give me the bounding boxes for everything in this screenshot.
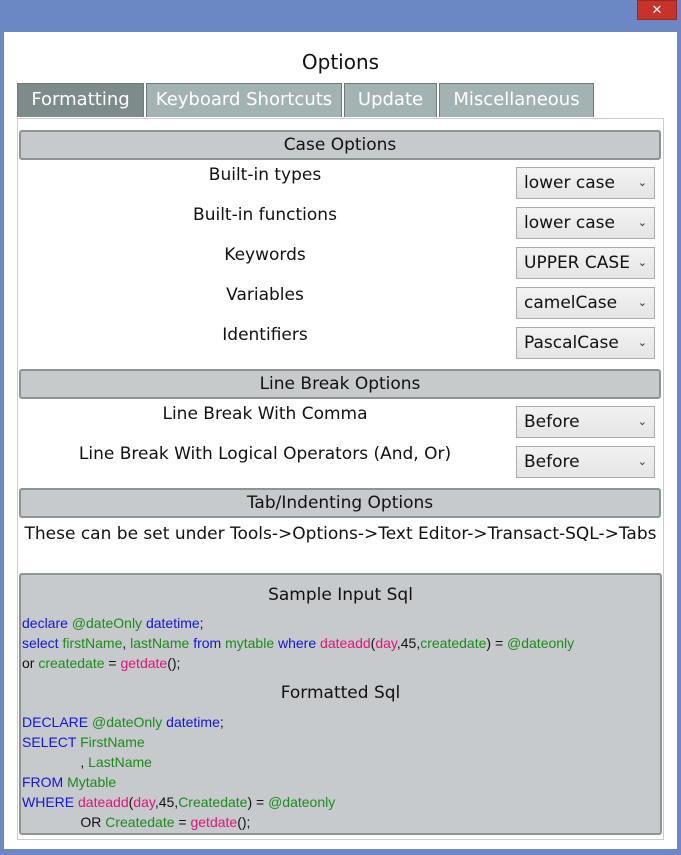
code-token: (); — [167, 655, 181, 671]
code-line: WHERE dateadd(day,45,Createdate) = @date… — [22, 792, 335, 812]
tab-formatting[interactable]: Formatting — [17, 83, 144, 117]
code-line: , LastName — [22, 752, 335, 772]
code-token: FirstName — [80, 734, 145, 750]
code-token: day — [133, 794, 155, 810]
tab-update[interactable]: Update — [344, 83, 437, 117]
code-token: lastName — [130, 635, 194, 651]
code-token: = — [178, 814, 191, 830]
code-token: = — [108, 655, 121, 671]
code-token: FROM — [22, 774, 68, 790]
code-token: DECLARE — [22, 714, 93, 730]
code-token: (); — [237, 814, 251, 830]
line-break-logical-value: Before — [524, 452, 580, 472]
keywords-value: UPPER CASE — [524, 253, 630, 273]
code-token: ,45, — [396, 635, 421, 651]
code-line: declare @dateOnly datetime; — [22, 613, 574, 633]
builtin-types-select[interactable]: lower case ⌄ — [516, 167, 655, 199]
line-break-comma-label: Line Break With Comma — [162, 404, 368, 424]
code-token: getdate — [190, 814, 238, 830]
code-token: firstName — [62, 635, 123, 651]
code-token: , — [122, 635, 131, 651]
code-token: ) = — [247, 794, 269, 810]
builtin-functions-value: lower case — [524, 213, 615, 233]
code-token: createdate — [420, 635, 487, 651]
line-break-comma-select[interactable]: Before ⌄ — [516, 406, 655, 438]
code-token: Createdate — [178, 794, 248, 810]
code-token: where — [278, 635, 321, 651]
keywords-label: Keywords — [224, 245, 306, 265]
formatted-sql-title: Formatted Sql — [280, 683, 401, 703]
chevron-down-icon: ⌄ — [637, 455, 647, 468]
builtin-functions-select[interactable]: lower case ⌄ — [516, 207, 655, 239]
code-token: getdate — [120, 655, 168, 671]
code-token: SELECT — [22, 734, 81, 750]
code-line: or createdate = getdate(); — [22, 653, 574, 673]
code-token: declare — [22, 615, 72, 631]
variables-value: camelCase — [524, 293, 618, 313]
code-token: datetime — [166, 714, 220, 730]
case-options-header: Case Options — [19, 130, 661, 160]
formatted-sql-code: DECLARE @dateOnly datetime; SELECT FirstN… — [22, 712, 335, 832]
code-token: ; — [199, 615, 204, 631]
code-token: select — [22, 635, 63, 651]
builtin-types-label: Built-in types — [208, 165, 322, 185]
code-line: OR Createdate = getdate(); — [22, 812, 335, 832]
line-break-logical-select[interactable]: Before ⌄ — [516, 446, 655, 478]
tab-keyboard-shortcuts[interactable]: Keyboard Shortcuts — [146, 83, 342, 117]
code-token: OR — [22, 814, 106, 830]
chevron-down-icon: ⌄ — [637, 176, 647, 189]
dialog-title: Options — [301, 50, 380, 74]
identifiers-select[interactable]: PascalCase ⌄ — [516, 327, 655, 359]
code-line: SELECT FirstName — [22, 732, 335, 752]
chevron-down-icon: ⌄ — [637, 336, 647, 349]
builtin-functions-label: Built-in functions — [193, 205, 337, 225]
code-token: @dateonly — [268, 794, 336, 810]
sample-input-code: declare @dateOnly datetime; select firstN… — [22, 613, 574, 673]
code-token: @dateonly — [507, 635, 575, 651]
code-token: Createdate — [105, 814, 179, 830]
sample-sql-box: Sample Input Sql declare @dateOnly datet… — [19, 573, 662, 835]
tab-miscellaneous[interactable]: Miscellaneous — [439, 83, 594, 117]
code-token: ) = — [486, 635, 508, 651]
code-token: ; — [219, 714, 224, 730]
chevron-down-icon: ⌄ — [637, 256, 647, 269]
close-button[interactable]: ✕ — [637, 0, 677, 20]
code-token: , — [22, 754, 89, 770]
line-break-logical-label: Line Break With Logical Operators (And, … — [78, 444, 452, 464]
code-token: Mytable — [67, 774, 117, 790]
variables-label: Variables — [226, 285, 304, 305]
code-token: or — [22, 655, 39, 671]
chevron-down-icon: ⌄ — [637, 415, 647, 428]
options-window: ✕ Options Formatting Keyboard Shortcuts … — [0, 0, 681, 855]
identifiers-label: Identifiers — [222, 325, 308, 345]
code-token: mytable — [225, 635, 278, 651]
identifiers-value: PascalCase — [524, 333, 619, 353]
tab-indenting-options-header: Tab/Indenting Options — [19, 488, 661, 518]
code-token: datetime — [145, 615, 200, 631]
code-token: @dateOnly — [71, 615, 146, 631]
code-token: createdate — [38, 655, 109, 671]
code-line: select firstName, lastName from mytable … — [22, 633, 574, 653]
dialog-client-area: Options Formatting Keyboard Shortcuts Up… — [4, 32, 677, 849]
code-token: dateadd — [320, 635, 371, 651]
code-token: LastName — [88, 754, 152, 770]
line-break-comma-value: Before — [524, 412, 580, 432]
code-token: @dateOnly — [92, 714, 167, 730]
code-token: from — [193, 635, 226, 651]
chevron-down-icon: ⌄ — [637, 216, 647, 229]
code-token: day — [375, 635, 397, 651]
line-break-options-header: Line Break Options — [19, 369, 661, 399]
code-token: dateadd — [78, 794, 129, 810]
code-line: FROM Mytable — [22, 772, 335, 792]
chevron-down-icon: ⌄ — [637, 296, 647, 309]
tab-indenting-note: These can be set under Tools->Options->T… — [24, 524, 657, 544]
keywords-select[interactable]: UPPER CASE ⌄ — [516, 247, 655, 279]
builtin-types-value: lower case — [524, 173, 615, 193]
variables-select[interactable]: camelCase ⌄ — [516, 287, 655, 319]
code-token: WHERE — [22, 794, 78, 810]
code-line: DECLARE @dateOnly datetime; — [22, 712, 335, 732]
code-token: ,45, — [154, 794, 179, 810]
sample-input-title: Sample Input Sql — [268, 585, 413, 605]
